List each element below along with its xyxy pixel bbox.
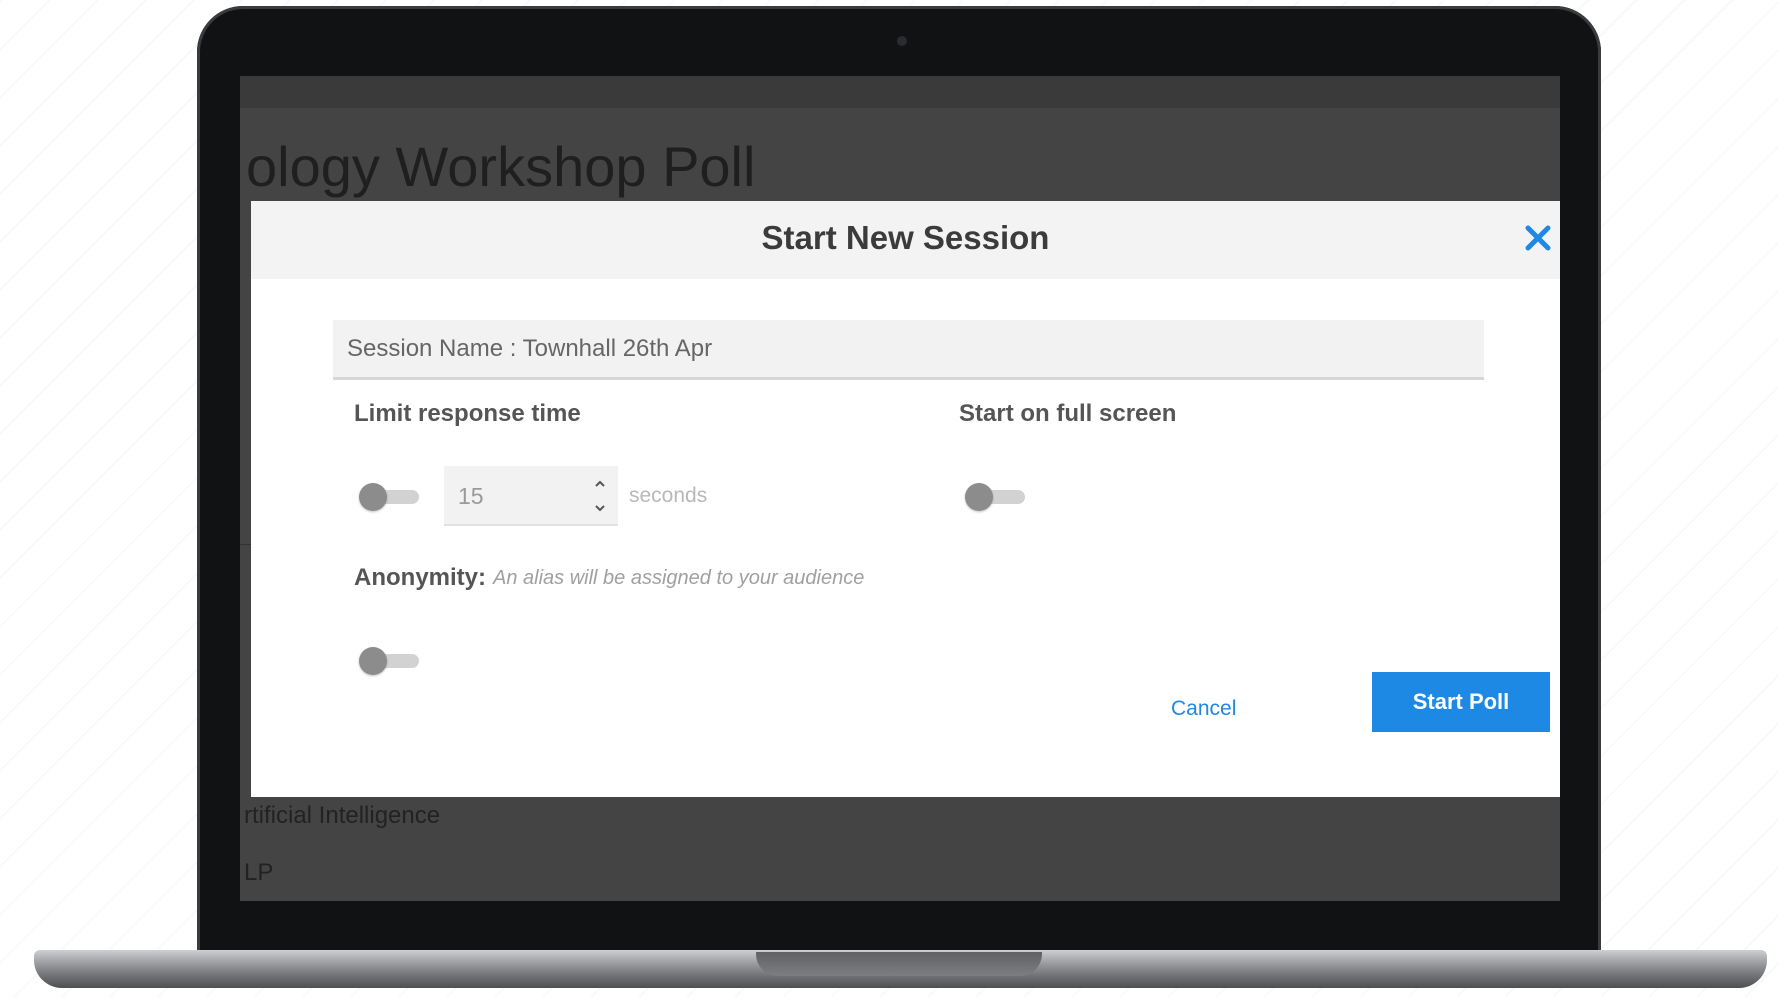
chevron-up-icon (595, 480, 605, 487)
close-button[interactable] (1521, 221, 1555, 255)
laptop-notch (756, 952, 1042, 976)
full-screen-label: Start on full screen (959, 400, 1177, 427)
chevron-down-icon (595, 505, 605, 512)
camera-icon (897, 36, 907, 46)
app-top-bar (240, 76, 1560, 108)
list-item[interactable]: rtificial Intelligence (244, 802, 440, 830)
seconds-unit-label: seconds (629, 484, 708, 507)
decrement-button[interactable] (592, 500, 608, 516)
anonymity-toggle[interactable] (359, 647, 419, 675)
anonymity-label: Anonymity: (354, 564, 486, 591)
toggle-knob (965, 483, 993, 511)
anonymity-hint: An alias will be assigned to your audien… (493, 567, 865, 589)
full-screen-toggle[interactable] (965, 483, 1025, 511)
close-icon (1525, 225, 1551, 251)
response-seconds-input[interactable]: 15 (444, 466, 618, 526)
cancel-button[interactable]: Cancel (1171, 697, 1236, 721)
seconds-value: 15 (458, 483, 484, 509)
list-item[interactable]: LP (244, 859, 273, 887)
toggle-knob (359, 647, 387, 675)
page-title: ology Workshop Poll (246, 135, 756, 198)
start-session-dialog: Start New Session Limit response time St… (251, 201, 1560, 797)
increment-button[interactable] (592, 476, 608, 492)
dialog-title: Start New Session (761, 219, 1050, 256)
limit-response-label: Limit response time (354, 400, 581, 427)
session-name-input[interactable] (333, 320, 1484, 380)
start-poll-button[interactable]: Start Poll (1372, 672, 1550, 732)
laptop-screen: ology Workshop Poll rtificial Intelligen… (240, 76, 1560, 901)
limit-response-toggle[interactable] (359, 483, 419, 511)
toggle-knob (359, 483, 387, 511)
